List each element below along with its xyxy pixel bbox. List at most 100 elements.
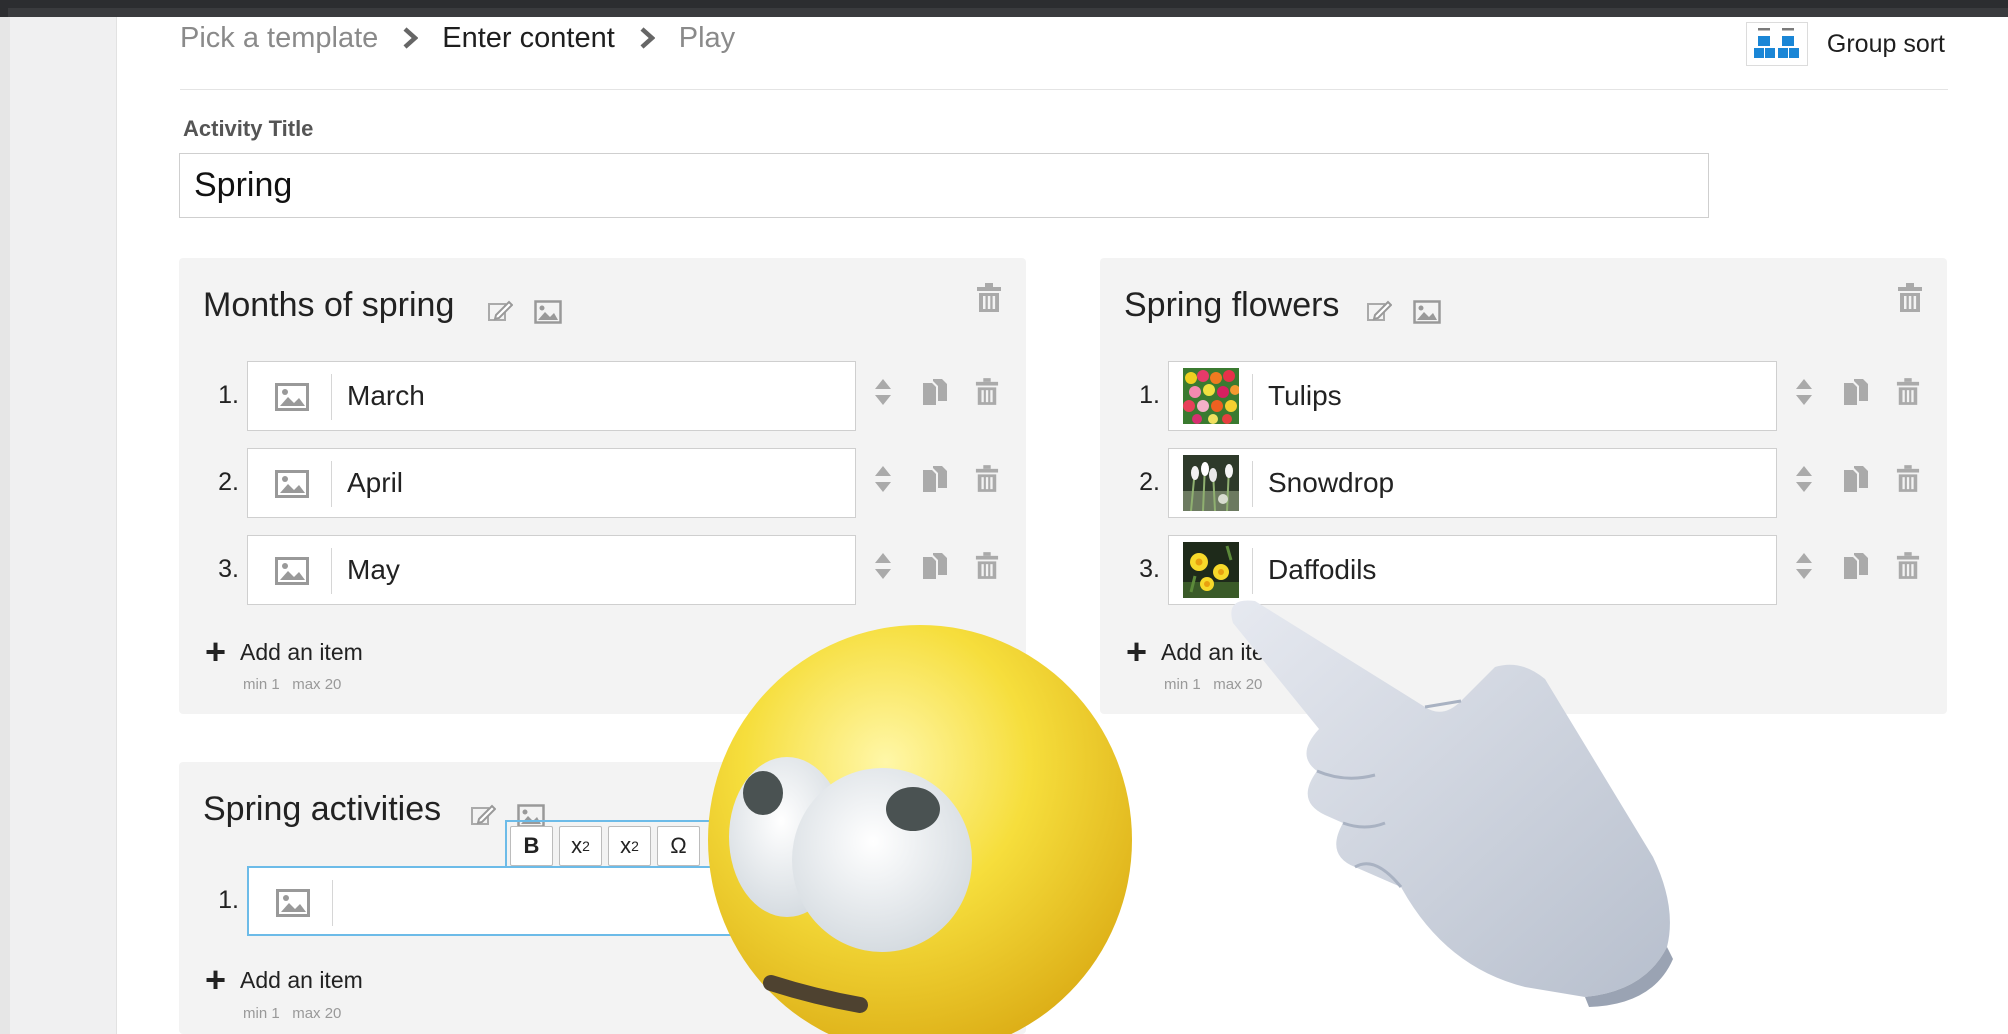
duplicate-icon[interactable] — [1842, 551, 1870, 581]
list-item: 2. Snowdrop — [1124, 448, 1924, 518]
reorder-icon[interactable] — [1794, 464, 1814, 494]
duplicate-icon[interactable] — [1842, 377, 1870, 407]
item-limits: min 1 max 20 — [243, 1005, 341, 1022]
left-gutter — [0, 17, 117, 1034]
header-divider — [180, 89, 1948, 90]
edit-title-icon[interactable] — [470, 802, 496, 828]
image-placeholder-icon[interactable] — [268, 548, 316, 594]
item-text: Daffodils — [1268, 554, 1377, 585]
group-sort-icon — [1745, 22, 1808, 66]
tulips-photo[interactable] — [1183, 368, 1239, 424]
item-number: 2. — [1139, 468, 1160, 496]
item-input[interactable]: Tulips — [1168, 361, 1777, 431]
group-title[interactable]: Spring flowers — [1124, 286, 1339, 325]
min-limit: min 1 — [243, 1005, 280, 1022]
duplicate-icon[interactable] — [921, 377, 949, 407]
image-placeholder-icon[interactable] — [268, 461, 316, 507]
item-limits: min 1 max 20 — [243, 676, 341, 693]
list-item: 1. March — [203, 361, 1003, 431]
add-item-button[interactable]: + Add an item — [205, 634, 363, 670]
delete-item-icon[interactable] — [1896, 464, 1920, 494]
gutter-shade — [0, 17, 10, 1034]
breadcrumb: Pick a template Enter content Play — [180, 18, 735, 58]
superscript-button[interactable]: x2 — [559, 826, 602, 866]
reorder-icon[interactable] — [873, 377, 893, 407]
eye-roll-emoji — [708, 625, 1132, 1034]
template-indicator[interactable]: Group sort — [1745, 22, 1945, 66]
min-limit: min 1 — [243, 676, 280, 693]
divider — [332, 880, 333, 926]
list-item: 1. Tulips — [1124, 361, 1924, 431]
breadcrumb-step-play[interactable]: Play — [679, 22, 735, 55]
superscript-mark: 2 — [582, 838, 590, 854]
divider — [331, 461, 332, 507]
format-toolbar: B x2 x2 Ω — [510, 826, 700, 866]
reorder-icon[interactable] — [1794, 377, 1814, 407]
window-top-bar — [0, 0, 2008, 17]
plus-icon: + — [205, 631, 227, 672]
duplicate-icon[interactable] — [1842, 464, 1870, 494]
top-bar-highlight — [8, 8, 2008, 17]
item-number: 1. — [1139, 381, 1160, 409]
delete-item-icon[interactable] — [1896, 551, 1920, 581]
item-text: April — [347, 467, 404, 498]
list-item: 2. April — [203, 448, 1003, 518]
item-number: 3. — [1139, 555, 1160, 583]
reorder-icon[interactable] — [873, 551, 893, 581]
special-character-button[interactable]: Ω — [657, 826, 700, 866]
snowdrop-photo[interactable] — [1183, 455, 1239, 511]
chevron-right-icon — [402, 27, 420, 49]
item-input[interactable]: Snowdrop — [1168, 448, 1777, 518]
delete-item-icon[interactable] — [1896, 377, 1920, 407]
divider — [331, 548, 332, 594]
max-limit: max 20 — [292, 676, 342, 693]
item-text: May — [347, 554, 400, 585]
item-text: March — [347, 380, 425, 411]
item-text: Tulips — [1268, 380, 1342, 411]
activity-title-label: Activity Title — [183, 116, 314, 141]
divider — [331, 374, 332, 420]
pointing-hand — [1231, 600, 1673, 1007]
delete-group-icon[interactable] — [976, 282, 1002, 314]
superscript-base: x — [571, 833, 583, 858]
item-number: 2. — [218, 468, 239, 496]
image-placeholder-icon[interactable] — [269, 880, 317, 926]
template-name: Group sort — [1826, 29, 1945, 58]
item-number: 1. — [218, 886, 239, 914]
reorder-icon[interactable] — [873, 464, 893, 494]
breadcrumb-step-pick-template[interactable]: Pick a template — [180, 22, 378, 55]
delete-group-icon[interactable] — [1897, 282, 1923, 314]
subscript-base: x — [620, 833, 632, 858]
bold-button[interactable]: B — [510, 826, 553, 866]
add-item-label: Add an item — [240, 638, 363, 665]
item-input[interactable]: April — [247, 448, 856, 518]
add-item-label: Add an item — [240, 966, 363, 993]
image-placeholder-icon[interactable] — [268, 374, 316, 420]
delete-item-icon[interactable] — [975, 377, 999, 407]
group-title[interactable]: Spring activities — [203, 790, 441, 829]
duplicate-icon[interactable] — [921, 551, 949, 581]
add-group-image-icon[interactable] — [1413, 300, 1441, 324]
activity-title-input[interactable]: Spring — [179, 153, 1709, 218]
item-input[interactable]: March — [247, 361, 856, 431]
add-item-button[interactable]: + Add an item — [205, 962, 363, 998]
subscript-button[interactable]: x2 — [608, 826, 651, 866]
reorder-icon[interactable] — [1794, 551, 1814, 581]
group-title[interactable]: Months of spring — [203, 286, 454, 325]
add-group-image-icon[interactable] — [534, 300, 562, 324]
divider — [1252, 461, 1253, 507]
item-number: 1. — [218, 381, 239, 409]
chevron-right-icon — [639, 27, 657, 49]
item-input[interactable]: May — [247, 535, 856, 605]
duplicate-icon[interactable] — [921, 464, 949, 494]
max-limit: max 20 — [292, 1005, 342, 1022]
item-text: Snowdrop — [1268, 467, 1395, 498]
plus-icon: + — [205, 959, 227, 1000]
edit-title-icon[interactable] — [1366, 298, 1392, 324]
delete-item-icon[interactable] — [975, 464, 999, 494]
list-item: 3. May — [203, 535, 1003, 605]
subscript-mark: 2 — [631, 838, 639, 854]
edit-title-icon[interactable] — [487, 298, 513, 324]
breadcrumb-step-enter-content: Enter content — [442, 21, 615, 54]
delete-item-icon[interactable] — [975, 551, 999, 581]
